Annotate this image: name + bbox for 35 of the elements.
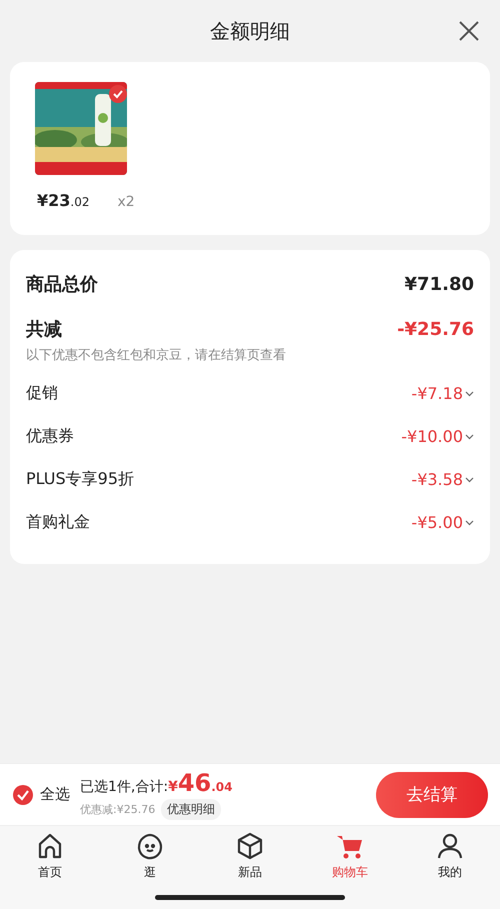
- total-value: ¥71.80: [404, 274, 474, 294]
- tab[interactable]: 新品: [200, 826, 300, 885]
- reduction-value: -¥25.76: [397, 318, 474, 340]
- chevron-down-icon[interactable]: [465, 476, 474, 482]
- discount-value[interactable]: -¥10.00: [401, 427, 463, 446]
- discount-value[interactable]: -¥5.00: [411, 513, 463, 532]
- discount-value[interactable]: -¥3.58: [411, 470, 463, 489]
- saving-text: 优惠减:¥25.76: [80, 802, 156, 817]
- total-decimal: .04: [211, 780, 232, 794]
- selected-count: 已选1件,合计:: [80, 778, 168, 796]
- chevron-down-icon[interactable]: [465, 434, 474, 440]
- checkout-button[interactable]: 去结算: [376, 772, 488, 818]
- unit-price: ¥23.02: [37, 191, 90, 210]
- tab[interactable]: 逛: [100, 826, 200, 885]
- tab[interactable]: 我的: [400, 826, 500, 885]
- discount-label: 优惠券: [26, 426, 74, 447]
- discount-label: 促销: [26, 383, 58, 404]
- chevron-down-icon[interactable]: [465, 390, 474, 396]
- select-all-label[interactable]: 全选: [40, 785, 70, 804]
- tab[interactable]: 购物车: [300, 826, 400, 885]
- close-icon[interactable]: [458, 20, 480, 42]
- checkbox[interactable]: [12, 784, 34, 806]
- discount-value[interactable]: -¥7.18: [411, 384, 463, 403]
- chevron-down-icon[interactable]: [465, 520, 474, 526]
- quantity: x2: [118, 194, 135, 210]
- discount-note: 以下优惠不包含红包和京豆，请在结算页查看: [26, 347, 287, 364]
- discount-label: PLUS专享95折: [26, 469, 134, 490]
- currency-sign: ¥: [168, 779, 178, 795]
- discount-label: 首购礼金: [26, 512, 90, 533]
- sheet-title: 金额明细: [210, 18, 290, 44]
- reduction-label: 共减: [26, 318, 62, 341]
- total-amount: 46: [178, 769, 212, 797]
- total-label: 商品总价: [26, 273, 98, 296]
- discount-detail-button[interactable]: 优惠明细: [161, 799, 222, 820]
- tab[interactable]: 首页: [0, 826, 100, 885]
